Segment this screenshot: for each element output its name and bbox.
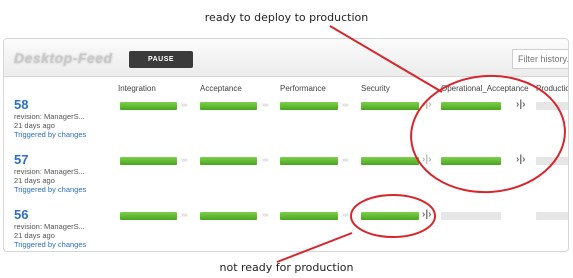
auto-trigger-arrow: »» — [342, 102, 349, 109]
stage-header-production: Production_ — [536, 84, 568, 93]
stage-production-pending[interactable] — [536, 212, 568, 220]
run-age: 21 days ago — [14, 121, 55, 130]
stage-security-passed[interactable] — [361, 102, 419, 110]
pipeline-run-56: 56 revision: ManagerS... 21 days ago Tri… — [14, 208, 114, 250]
manual-approval-icon[interactable]: ›|› — [422, 99, 431, 110]
run-number-link[interactable]: 57 — [14, 153, 114, 167]
run-trigger-link[interactable]: Triggered by changes — [14, 240, 114, 249]
run-age: 21 days ago — [14, 176, 55, 185]
auto-trigger-arrow: »» — [181, 102, 188, 109]
stage-production-pending[interactable] — [536, 157, 568, 165]
run-revision: revision: ManagerS... — [14, 112, 85, 121]
pipeline-panel: Desktop-Feed PAUSE Integration Acceptanc… — [3, 38, 569, 252]
stage-integration-passed[interactable] — [120, 102, 177, 110]
stage-header-performance: Performance — [280, 84, 326, 93]
manual-approval-icon[interactable]: ›|› — [422, 154, 431, 165]
filter-history-input[interactable] — [512, 49, 568, 69]
stage-performance-passed[interactable] — [280, 157, 338, 165]
stage-acceptance-passed[interactable] — [200, 212, 257, 220]
auto-trigger-arrow: »» — [262, 102, 269, 109]
pipeline-name[interactable]: Desktop-Feed — [14, 50, 113, 66]
auto-trigger-arrow: »» — [181, 212, 188, 219]
stage-header-integration: Integration — [118, 84, 156, 93]
auto-trigger-arrow: »» — [342, 212, 349, 219]
auto-trigger-arrow: »» — [262, 157, 269, 164]
annotation-not-ready: not ready for production — [219, 261, 354, 274]
auto-trigger-arrow: »» — [342, 157, 349, 164]
run-trigger-link[interactable]: Triggered by changes — [14, 130, 114, 139]
manual-approval-icon[interactable]: ›|› — [516, 99, 525, 110]
stage-header-security: Security — [361, 84, 390, 93]
pipeline-run-58: 58 revision: ManagerS... 21 days ago Tri… — [14, 98, 114, 140]
stage-operational-acceptance-pending[interactable] — [441, 212, 501, 220]
stage-production-pending[interactable] — [536, 102, 568, 110]
stage-header-acceptance: Acceptance — [200, 84, 242, 93]
run-number-link[interactable]: 58 — [14, 98, 114, 112]
stage-integration-passed[interactable] — [120, 212, 177, 220]
auto-trigger-arrow: »» — [262, 212, 269, 219]
run-trigger-link[interactable]: Triggered by changes — [14, 185, 114, 194]
pipeline-run-57: 57 revision: ManagerS... 21 days ago Tri… — [14, 153, 114, 195]
stage-security-passed[interactable] — [361, 212, 419, 220]
stage-header-operational-acceptance: Operational_Acceptance — [441, 84, 529, 93]
run-number-link[interactable]: 56 — [14, 208, 114, 222]
run-age: 21 days ago — [14, 231, 55, 240]
stage-performance-passed[interactable] — [280, 212, 338, 220]
manual-approval-icon[interactable]: ›|› — [422, 209, 431, 220]
pipeline-header: Desktop-Feed PAUSE — [4, 39, 568, 77]
pause-button[interactable]: PAUSE — [129, 51, 193, 68]
run-revision: revision: ManagerS... — [14, 167, 85, 176]
auto-trigger-arrow: »» — [181, 157, 188, 164]
stage-acceptance-passed[interactable] — [200, 102, 257, 110]
annotation-ready-to-deploy: ready to deploy to production — [204, 11, 369, 24]
stage-integration-passed[interactable] — [120, 157, 177, 165]
stage-operational-acceptance-passed[interactable] — [441, 157, 501, 165]
stage-security-passed[interactable] — [361, 157, 419, 165]
stage-performance-passed[interactable] — [280, 102, 338, 110]
run-revision: revision: ManagerS... — [14, 222, 85, 231]
stage-acceptance-passed[interactable] — [200, 157, 257, 165]
stage-operational-acceptance-passed[interactable] — [441, 102, 501, 110]
manual-approval-icon[interactable]: ›|› — [516, 154, 525, 165]
